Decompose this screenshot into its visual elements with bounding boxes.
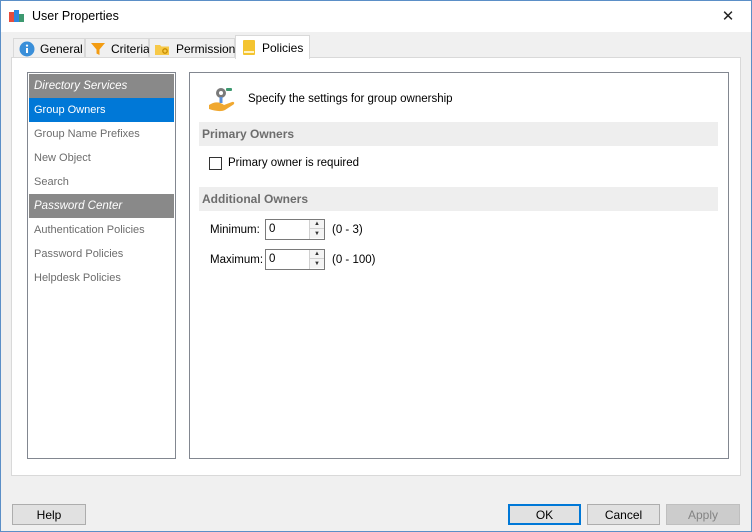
close-button[interactable]: ✕ (705, 1, 751, 31)
policies-tab-page: Directory Services Group Owners Group Na… (11, 57, 741, 476)
window-title: User Properties (32, 9, 119, 23)
tab-policies-label: Policies (262, 40, 304, 55)
close-icon: ✕ (721, 8, 735, 25)
nav-item-authentication-policies[interactable]: Authentication Policies (29, 218, 174, 242)
user-properties-dialog: User Properties ✕ General Criteria Permi… (0, 0, 752, 532)
tab-permissions-label: Permissions (176, 41, 242, 56)
nav-item-group-name-prefixes[interactable]: Group Name Prefixes (29, 122, 174, 146)
help-button[interactable]: Help (12, 504, 86, 525)
additional-owners-heading: Additional Owners (199, 187, 718, 211)
intro-text: Specify the settings for group ownership (248, 93, 453, 105)
maximum-value[interactable]: 0 (269, 253, 275, 265)
nav-item-password-policies[interactable]: Password Policies (29, 242, 174, 266)
maximum-stepper-buttons: ▲ ▼ (309, 250, 324, 269)
ok-button[interactable]: OK (508, 504, 581, 525)
tab-strip: General Criteria Permissions Policies (11, 35, 741, 59)
policy-book-icon (240, 39, 257, 56)
title-bar: User Properties ✕ (1, 1, 751, 32)
maximum-increment-icon[interactable]: ▲ (310, 250, 324, 259)
tab-criteria-label: Criteria (111, 41, 150, 56)
maximum-decrement-icon[interactable]: ▼ (310, 259, 324, 268)
tab-criteria[interactable]: Criteria (85, 38, 150, 58)
nav-item-group-owners[interactable]: Group Owners (29, 98, 174, 122)
apply-button[interactable]: Apply (666, 504, 740, 525)
tab-general[interactable]: General (13, 38, 85, 58)
nav-item-new-object[interactable]: New Object (29, 146, 174, 170)
cancel-button[interactable]: Cancel (587, 504, 660, 525)
policy-category-list[interactable]: Directory Services Group Owners Group Na… (27, 72, 176, 459)
minimum-increment-icon[interactable]: ▲ (310, 220, 324, 229)
app-icon (9, 10, 24, 22)
minimum-stepper[interactable]: 0 ▲ ▼ (265, 219, 325, 240)
minimum-label: Minimum: (210, 224, 260, 236)
group-owners-panel: Specify the settings for group ownership… (189, 72, 729, 459)
minimum-range: (0 - 3) (332, 224, 363, 236)
minimum-stepper-buttons: ▲ ▼ (309, 220, 324, 239)
tab-policies[interactable]: Policies (235, 35, 310, 59)
maximum-stepper[interactable]: 0 ▲ ▼ (265, 249, 325, 270)
nav-item-search[interactable]: Search (29, 170, 174, 194)
minimum-decrement-icon[interactable]: ▼ (310, 229, 324, 238)
primary-owner-required-checkbox[interactable] (209, 157, 222, 170)
primary-owner-required-label[interactable]: Primary owner is required (228, 157, 359, 169)
filter-icon (90, 40, 106, 57)
tab-general-label: General (40, 41, 83, 56)
primary-owners-heading: Primary Owners (199, 122, 718, 146)
tab-permissions[interactable]: Permissions (149, 38, 241, 58)
nav-header-password-center: Password Center (29, 194, 174, 218)
info-icon (18, 40, 35, 57)
minimum-value[interactable]: 0 (269, 223, 275, 235)
nav-item-helpdesk-policies[interactable]: Helpdesk Policies (29, 266, 174, 290)
nav-header-directory-services: Directory Services (29, 74, 174, 98)
folder-key-icon (154, 40, 171, 57)
maximum-label: Maximum: (210, 254, 264, 266)
group-ownership-icon (209, 88, 235, 112)
maximum-range: (0 - 100) (332, 254, 376, 266)
